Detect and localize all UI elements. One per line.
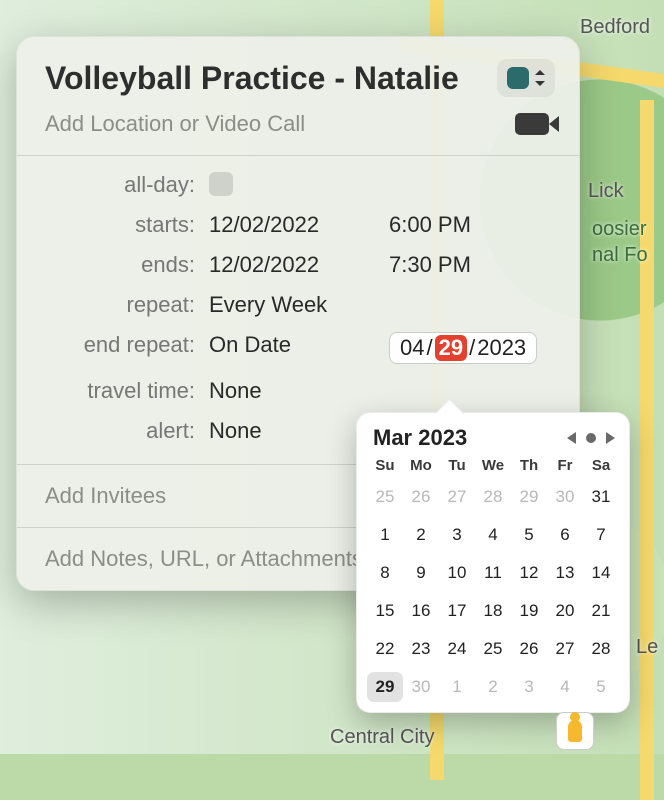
end-repeat-label: end repeat: xyxy=(45,332,195,364)
prev-month-button[interactable] xyxy=(567,432,576,444)
calendar-day[interactable]: 20 xyxy=(547,596,583,626)
date-picker-popover: Mar 2023 SuMoTuWeThFrSa25262728293031123… xyxy=(356,412,630,713)
calendar-day[interactable]: 28 xyxy=(583,634,619,664)
dow-header: Mo xyxy=(403,457,439,474)
calendar-day[interactable]: 8 xyxy=(367,558,403,588)
end-repeat-mode[interactable]: On Date xyxy=(209,332,375,364)
map-label: Bedford xyxy=(580,16,650,39)
ends-label: ends: xyxy=(45,252,195,278)
calendar-day[interactable]: 22 xyxy=(367,634,403,664)
calendar-day[interactable]: 1 xyxy=(439,672,475,702)
calendar-day[interactable]: 21 xyxy=(583,596,619,626)
calendar-day[interactable]: 19 xyxy=(511,596,547,626)
dow-header: Tu xyxy=(439,457,475,474)
calendar-day[interactable]: 18 xyxy=(475,596,511,626)
calendar-day[interactable]: 27 xyxy=(547,634,583,664)
calendar-day[interactable]: 3 xyxy=(439,520,475,550)
end-repeat-year[interactable]: 2023 xyxy=(477,335,526,361)
calendar-day[interactable]: 13 xyxy=(547,558,583,588)
calendar-day[interactable]: 24 xyxy=(439,634,475,664)
map-label: Lick xyxy=(588,180,624,203)
calendar-day[interactable]: 23 xyxy=(403,634,439,664)
today-button[interactable] xyxy=(586,433,596,443)
allday-checkbox[interactable] xyxy=(209,172,233,196)
calendar-day[interactable]: 25 xyxy=(475,634,511,664)
calendar-day[interactable]: 14 xyxy=(583,558,619,588)
pegman-icon xyxy=(568,720,582,742)
calendar-day[interactable]: 5 xyxy=(511,520,547,550)
calendar-day[interactable]: 27 xyxy=(439,482,475,512)
location-input[interactable]: Add Location or Video Call xyxy=(45,111,515,137)
travel-value[interactable]: None xyxy=(209,378,555,404)
calendar-day[interactable]: 15 xyxy=(367,596,403,626)
next-month-button[interactable] xyxy=(606,432,615,444)
dow-header: Sa xyxy=(583,457,619,474)
calendar-day[interactable]: 4 xyxy=(547,672,583,702)
dow-header: Su xyxy=(367,457,403,474)
starts-label: starts: xyxy=(45,212,195,238)
calendar-day[interactable]: 17 xyxy=(439,596,475,626)
dow-header: We xyxy=(475,457,511,474)
map-label: Central City xyxy=(330,726,434,749)
calendar-day[interactable]: 30 xyxy=(547,482,583,512)
end-repeat-date-field[interactable]: 04/29/2023 xyxy=(389,332,537,364)
calendar-day[interactable]: 3 xyxy=(511,672,547,702)
calendar-day[interactable]: 7 xyxy=(583,520,619,550)
repeat-value[interactable]: Every Week xyxy=(209,292,555,318)
calendar-day[interactable]: 9 xyxy=(403,558,439,588)
calendar-day[interactable]: 31 xyxy=(583,482,619,512)
calendar-day[interactable]: 6 xyxy=(547,520,583,550)
calendar-day[interactable]: 2 xyxy=(403,520,439,550)
calendar-day[interactable]: 10 xyxy=(439,558,475,588)
end-repeat-month[interactable]: 04 xyxy=(400,335,424,361)
calendar-day[interactable]: 26 xyxy=(511,634,547,664)
calendar-day[interactable]: 16 xyxy=(403,596,439,626)
street-view-pegman[interactable] xyxy=(556,712,594,750)
calendar-day[interactable]: 11 xyxy=(475,558,511,588)
end-repeat-day[interactable]: 29 xyxy=(435,335,467,361)
end-date-field[interactable]: 12/02/2022 xyxy=(209,252,375,278)
date-picker-month-title: Mar 2023 xyxy=(373,425,467,451)
calendar-day[interactable]: 2 xyxy=(475,672,511,702)
updown-caret-icon xyxy=(535,70,545,86)
end-time-field[interactable]: 7:30 PM xyxy=(389,252,555,278)
calendar-day[interactable]: 25 xyxy=(367,482,403,512)
start-date-field[interactable]: 12/02/2022 xyxy=(209,212,375,238)
calendar-day[interactable]: 12 xyxy=(511,558,547,588)
dow-header: Th xyxy=(511,457,547,474)
video-call-icon[interactable] xyxy=(515,113,549,135)
repeat-label: repeat: xyxy=(45,292,195,318)
calendar-day[interactable]: 30 xyxy=(403,672,439,702)
event-title[interactable]: Volleyball Practice - Natalie xyxy=(45,60,459,97)
map-label: oosier xyxy=(592,218,646,241)
dow-header: Fr xyxy=(547,457,583,474)
calendar-day[interactable]: 28 xyxy=(475,482,511,512)
calendar-day[interactable]: 29 xyxy=(367,672,403,702)
calendar-day[interactable]: 5 xyxy=(583,672,619,702)
start-time-field[interactable]: 6:00 PM xyxy=(389,212,555,238)
map-label: nal Fo xyxy=(592,244,648,267)
calendar-swatch-icon xyxy=(507,67,529,89)
allday-label: all-day: xyxy=(45,172,195,198)
calendar-day[interactable]: 4 xyxy=(475,520,511,550)
calendar-day[interactable]: 26 xyxy=(403,482,439,512)
calendar-day[interactable]: 29 xyxy=(511,482,547,512)
map-label: Le xyxy=(636,636,658,659)
calendar-color-picker[interactable] xyxy=(497,59,555,97)
calendar-day[interactable]: 1 xyxy=(367,520,403,550)
travel-label: travel time: xyxy=(45,378,195,404)
alert-label: alert: xyxy=(45,418,195,444)
